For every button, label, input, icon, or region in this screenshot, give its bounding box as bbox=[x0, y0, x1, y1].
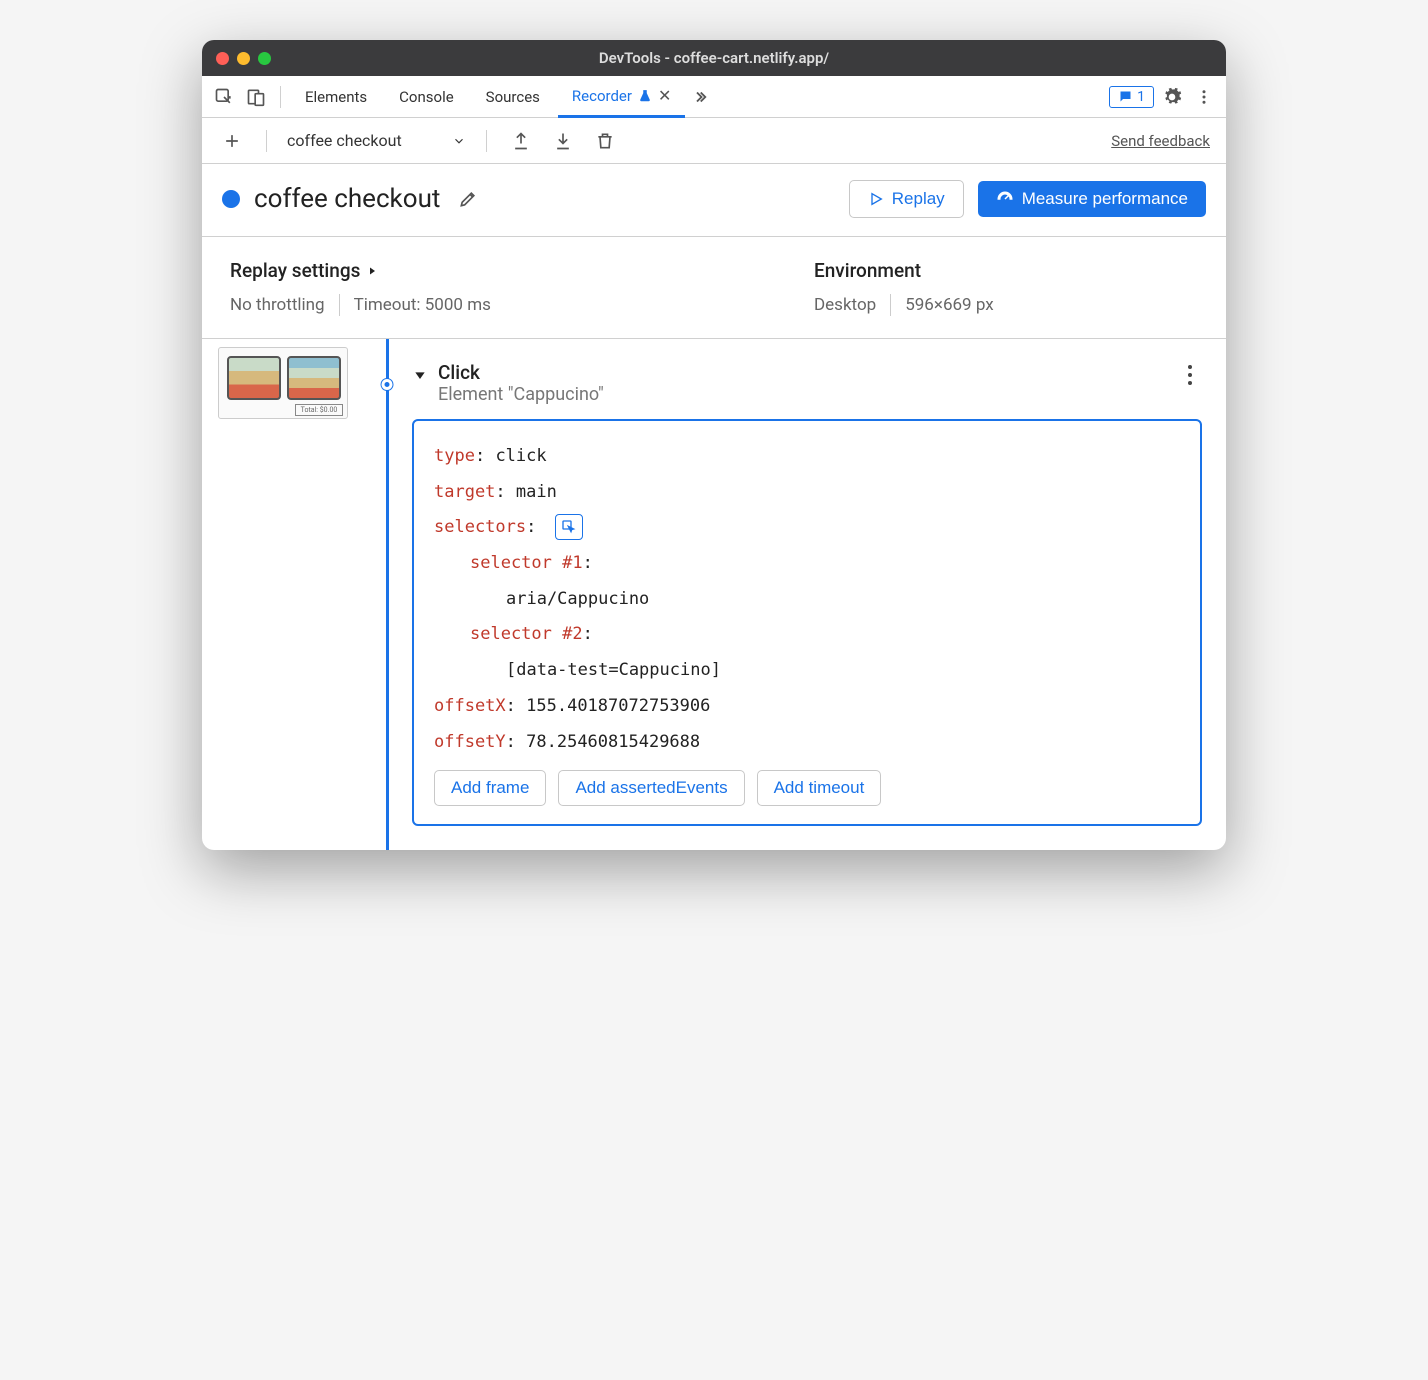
target-key: target bbox=[434, 482, 495, 502]
replay-settings-label: Replay settings bbox=[230, 259, 360, 282]
send-feedback-link[interactable]: Send feedback bbox=[1111, 132, 1210, 150]
offsetx-key: offsetX bbox=[434, 696, 506, 716]
tab-recorder[interactable]: Recorder ✕ bbox=[558, 76, 685, 118]
timeout-value: Timeout: 5000 ms bbox=[354, 295, 491, 315]
divider bbox=[266, 130, 267, 152]
step-content: Click Element "Cappucino" type: click ta… bbox=[402, 339, 1226, 850]
add-timeout-button[interactable]: Add timeout bbox=[757, 770, 882, 806]
timeline bbox=[372, 339, 402, 850]
new-recording-icon[interactable] bbox=[218, 127, 246, 155]
close-tab-icon[interactable]: ✕ bbox=[658, 86, 671, 105]
viewport-value: 596×669 px bbox=[905, 295, 993, 315]
inspect-icon[interactable] bbox=[210, 83, 238, 111]
screenshot-column: Total: $0.00 bbox=[202, 339, 372, 850]
add-frame-button[interactable]: Add frame bbox=[434, 770, 546, 806]
recording-name: coffee checkout bbox=[287, 131, 402, 150]
selector1-value[interactable]: aria/Cappucino bbox=[434, 582, 1180, 618]
tab-recorder-label: Recorder bbox=[572, 87, 632, 105]
divider bbox=[280, 86, 281, 108]
timeline-dot bbox=[382, 379, 393, 390]
import-icon[interactable] bbox=[549, 127, 577, 155]
device-value: Desktop bbox=[814, 295, 876, 315]
offsety-key: offsetY bbox=[434, 732, 506, 752]
tab-elements[interactable]: Elements bbox=[291, 76, 381, 118]
target-value[interactable]: main bbox=[516, 482, 557, 502]
divider bbox=[486, 130, 487, 152]
environment-label: Environment bbox=[814, 259, 1198, 282]
maximize-window-button[interactable] bbox=[258, 52, 271, 65]
gauge-icon bbox=[996, 190, 1014, 208]
chevron-right-icon bbox=[366, 265, 378, 277]
step-details: type: click target: main selectors: sele… bbox=[412, 419, 1202, 826]
chevron-down-icon[interactable] bbox=[412, 367, 428, 383]
issues-count: 1 bbox=[1137, 89, 1145, 105]
traffic-lights bbox=[216, 52, 271, 65]
divider bbox=[890, 294, 891, 316]
more-menu-icon[interactable] bbox=[1190, 83, 1218, 111]
recording-dropdown[interactable]: coffee checkout bbox=[287, 131, 466, 150]
device-toggle-icon[interactable] bbox=[242, 83, 270, 111]
step-subtitle: Element "Cappucino" bbox=[438, 384, 1168, 405]
more-tabs-icon[interactable] bbox=[689, 83, 717, 111]
measure-label: Measure performance bbox=[1022, 189, 1188, 209]
type-value[interactable]: click bbox=[495, 446, 546, 466]
titlebar: DevTools - coffee-cart.netlify.app/ bbox=[202, 40, 1226, 76]
tabbar: Elements Console Sources Recorder ✕ 1 bbox=[202, 76, 1226, 118]
selector2-key: selector #2 bbox=[470, 624, 583, 644]
tab-sources[interactable]: Sources bbox=[472, 76, 554, 118]
divider bbox=[339, 294, 340, 316]
recorder-toolbar: coffee checkout Send feedback bbox=[202, 118, 1226, 164]
settings-row: Replay settings No throttling Timeout: 5… bbox=[202, 237, 1226, 339]
add-asserted-events-button[interactable]: Add assertedEvents bbox=[558, 770, 744, 806]
selectors-key: selectors bbox=[434, 517, 526, 537]
issues-icon bbox=[1118, 89, 1133, 104]
play-icon bbox=[868, 191, 884, 207]
step-title: Click bbox=[438, 361, 1168, 384]
step-menu-button[interactable] bbox=[1178, 361, 1202, 385]
close-window-button[interactable] bbox=[216, 52, 229, 65]
issues-badge[interactable]: 1 bbox=[1109, 86, 1154, 108]
selector2-value[interactable]: [data-test=Cappucino] bbox=[434, 653, 1180, 689]
minimize-window-button[interactable] bbox=[237, 52, 250, 65]
step-area: Total: $0.00 Click Element "Cappucino" t… bbox=[202, 339, 1226, 850]
selector1-key: selector #1 bbox=[470, 553, 583, 573]
recording-title: coffee checkout bbox=[254, 184, 440, 214]
recording-status-dot bbox=[222, 190, 240, 208]
delete-icon[interactable] bbox=[591, 127, 619, 155]
replay-label: Replay bbox=[892, 189, 945, 209]
step-screenshot[interactable]: Total: $0.00 bbox=[218, 347, 348, 419]
edit-title-icon[interactable] bbox=[454, 185, 482, 213]
offsetx-value[interactable]: 155.40187072753906 bbox=[526, 696, 710, 716]
offsety-value[interactable]: 78.25460815429688 bbox=[526, 732, 700, 752]
settings-icon[interactable] bbox=[1158, 83, 1186, 111]
window-title: DevTools - coffee-cart.netlify.app/ bbox=[216, 49, 1212, 67]
replay-button[interactable]: Replay bbox=[849, 180, 964, 218]
export-icon[interactable] bbox=[507, 127, 535, 155]
throttling-value: No throttling bbox=[230, 295, 325, 315]
chevron-down-icon bbox=[452, 134, 466, 148]
devtools-window: DevTools - coffee-cart.netlify.app/ Elem… bbox=[202, 40, 1226, 850]
replay-settings-toggle[interactable]: Replay settings bbox=[230, 259, 614, 282]
recording-header: coffee checkout Replay Measure performan… bbox=[202, 164, 1226, 237]
tab-console[interactable]: Console bbox=[385, 76, 468, 118]
measure-performance-button[interactable]: Measure performance bbox=[978, 181, 1206, 217]
flask-icon bbox=[638, 89, 652, 103]
element-picker-button[interactable] bbox=[555, 514, 583, 540]
type-key: type bbox=[434, 446, 475, 466]
